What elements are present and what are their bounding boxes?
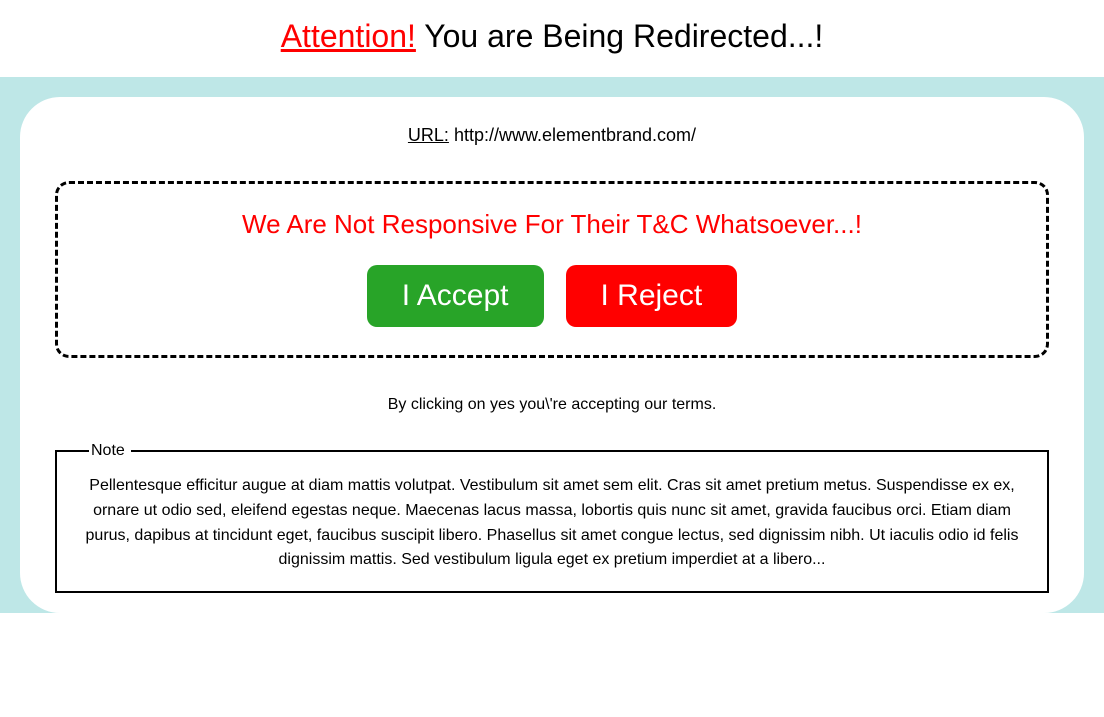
accept-button[interactable]: I Accept	[367, 265, 544, 327]
url-label: URL:	[408, 125, 449, 145]
attention-word: Attention!	[281, 18, 416, 54]
note-fieldset: Note Pellentesque efficitur augue at dia…	[55, 442, 1049, 593]
outer-background: URL: http://www.elementbrand.com/ We Are…	[0, 77, 1104, 613]
consent-box: We Are Not Responsive For Their T&C What…	[55, 181, 1049, 358]
main-card: URL: http://www.elementbrand.com/ We Are…	[20, 97, 1084, 613]
terms-acceptance-note: By clicking on yes you\'re accepting our…	[55, 396, 1049, 414]
note-legend: Note	[89, 442, 131, 460]
note-body: Pellentesque efficitur augue at diam mat…	[85, 474, 1019, 573]
disclaimer-text: We Are Not Responsive For Their T&C What…	[78, 209, 1026, 240]
title-rest: You are Being Redirected...!	[416, 18, 823, 54]
button-row: I Accept I Reject	[78, 265, 1026, 327]
reject-button[interactable]: I Reject	[566, 265, 738, 327]
url-line: URL: http://www.elementbrand.com/	[55, 125, 1049, 146]
page-title: Attention! You are Being Redirected...!	[0, 0, 1104, 77]
url-value: http://www.elementbrand.com/	[449, 125, 696, 145]
